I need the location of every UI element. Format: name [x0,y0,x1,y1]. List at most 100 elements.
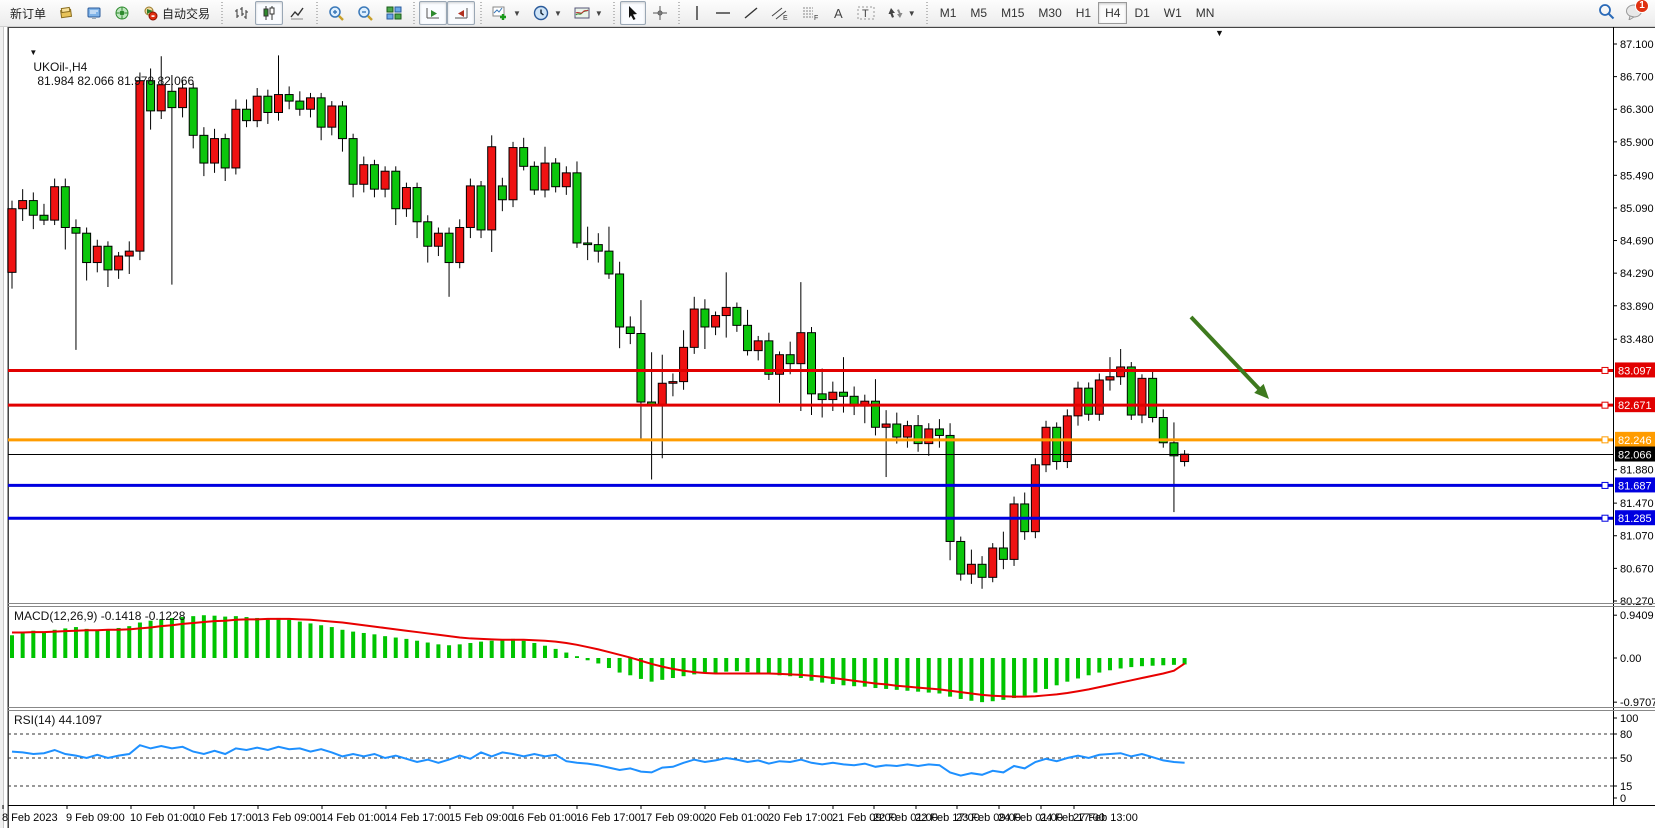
cursor-icon [626,5,640,21]
macd-histogram-bar [1097,658,1101,673]
tile-windows-button[interactable] [380,1,408,25]
chart-window[interactable]: 87.10086.70086.30085.90085.49085.09084.6… [0,27,1655,828]
candle-body [701,309,709,327]
rsi-axis-label: 80 [1620,729,1632,741]
macd-histogram-bar [1044,658,1048,689]
templates-button[interactable]: ▼ [568,1,609,25]
zoom-in-button[interactable] [322,1,351,25]
text-label-tool-button[interactable]: T [851,1,881,25]
notifications-button[interactable]: 1 [1625,4,1643,23]
time-axis-label: 16 Feb 01:00 [512,812,577,824]
time-axis-label: 20 Feb 01:00 [704,812,769,824]
macd-histogram-bar [117,628,121,658]
candle-body [978,564,986,577]
macd-histogram-bar [937,658,941,693]
trendline-tool-button[interactable] [737,1,765,25]
macd-histogram-bar [31,631,35,658]
symbol-period-label: UKOil-,H4 [33,60,87,74]
shapes-tool-button[interactable]: ▼ [881,1,922,25]
tf-button-MN[interactable]: MN [1189,2,1222,24]
channel-tool-button[interactable]: E [765,1,795,25]
collapse-triangle-icon[interactable]: ▼ [29,48,37,57]
macd-histogram-bar [308,623,312,658]
macd-histogram-bar [746,658,750,672]
indicators-button[interactable]: ▼ [486,1,527,25]
toolbar-separator [677,2,682,24]
candle-body [797,333,805,364]
chevron-down-icon: ▼ [908,9,916,18]
horizontal-line-tool-button[interactable] [709,1,737,25]
macd-histogram-bar [330,627,334,658]
chart-title: ▼ UKOil-,H4 81.984 82.066 81.978 82.066 [16,32,194,102]
periods-button[interactable]: ▼ [527,1,568,25]
candle-body [584,243,592,245]
macd-histogram-bar [1001,658,1005,700]
tf-button-M15[interactable]: M15 [994,2,1031,24]
toolbar-separator [612,2,617,24]
tf-button-M1[interactable]: M1 [933,2,964,24]
text-icon: A [831,5,845,21]
zoom-out-button[interactable] [351,1,380,25]
macd-histogram-bar [660,658,664,680]
macd-histogram-bar [106,629,110,658]
chart-shift-marker[interactable]: ▼ [1215,28,1224,38]
macd-histogram-bar [511,639,515,658]
candle-body [637,334,645,403]
level-endpoint-marker [1602,515,1608,521]
signals-button[interactable] [108,1,136,25]
search-icon[interactable] [1598,3,1615,23]
time-axis-label: 13 Feb 09:00 [257,812,322,824]
chart-shift-button[interactable] [447,1,475,25]
candle-body [903,426,911,437]
macd-histogram-bar [394,638,398,658]
macd-histogram-bar [85,629,89,658]
vertical-line-tool-button[interactable] [685,1,709,25]
price-axis-label: 83.890 [1620,301,1654,313]
candle-body [839,392,847,396]
candle-body [744,325,752,350]
line-chart-button[interactable] [283,1,311,25]
macd-histogram-bar [372,634,376,658]
candle-body [1149,378,1157,417]
macd-histogram-bar [714,658,718,673]
macd-histogram-bar [447,645,451,658]
new-order-button[interactable]: 新订单 [4,1,52,25]
auto-scroll-button[interactable] [419,1,447,25]
gold-box-icon [58,5,74,21]
candle-body [275,95,283,113]
macd-histogram-bar [319,625,323,658]
market-watch-button[interactable] [52,1,80,25]
tf-button-M5[interactable]: M5 [963,2,994,24]
terminal-button[interactable] [80,1,108,25]
candlestick-chart-button[interactable] [255,1,283,25]
chart-canvas[interactable]: 87.10086.70086.30085.90085.49085.09084.6… [0,27,1655,828]
candle-body [1095,380,1103,414]
price-axis-label: 85.090 [1620,203,1654,215]
price-axis-label: 85.900 [1620,137,1654,149]
macd-histogram-bar [820,658,824,683]
time-axis-label: 16 Feb 17:00 [576,812,641,824]
cursor-tool-button[interactable] [620,1,646,25]
tf-button-H1[interactable]: H1 [1069,2,1098,24]
macd-histogram-bar [607,658,611,668]
auto-scroll-icon [425,5,441,21]
price-axis-label: 81.470 [1620,498,1654,510]
crosshair-tool-button[interactable] [646,1,674,25]
tf-button-M30[interactable]: M30 [1031,2,1068,24]
macd-histogram-bar [1012,658,1016,698]
rsi-axis-label: 50 [1620,753,1632,765]
tf-button-H4[interactable]: H4 [1098,2,1127,24]
candle-body [893,424,901,437]
vertical-line-icon [691,5,703,21]
macd-histogram-bar [266,619,270,658]
candle-body [989,548,997,577]
text-tool-button[interactable]: A [825,1,851,25]
tf-button-D1[interactable]: D1 [1127,2,1156,24]
bars-chart-button[interactable] [227,1,255,25]
tf-button-W1[interactable]: W1 [1157,2,1189,24]
fibonacci-tool-button[interactable]: F [795,1,825,25]
candle-body [349,139,357,185]
macd-histogram-bar [42,632,46,658]
autotrade-button[interactable]: 自动交易 [136,1,216,25]
candle-body [221,139,229,168]
